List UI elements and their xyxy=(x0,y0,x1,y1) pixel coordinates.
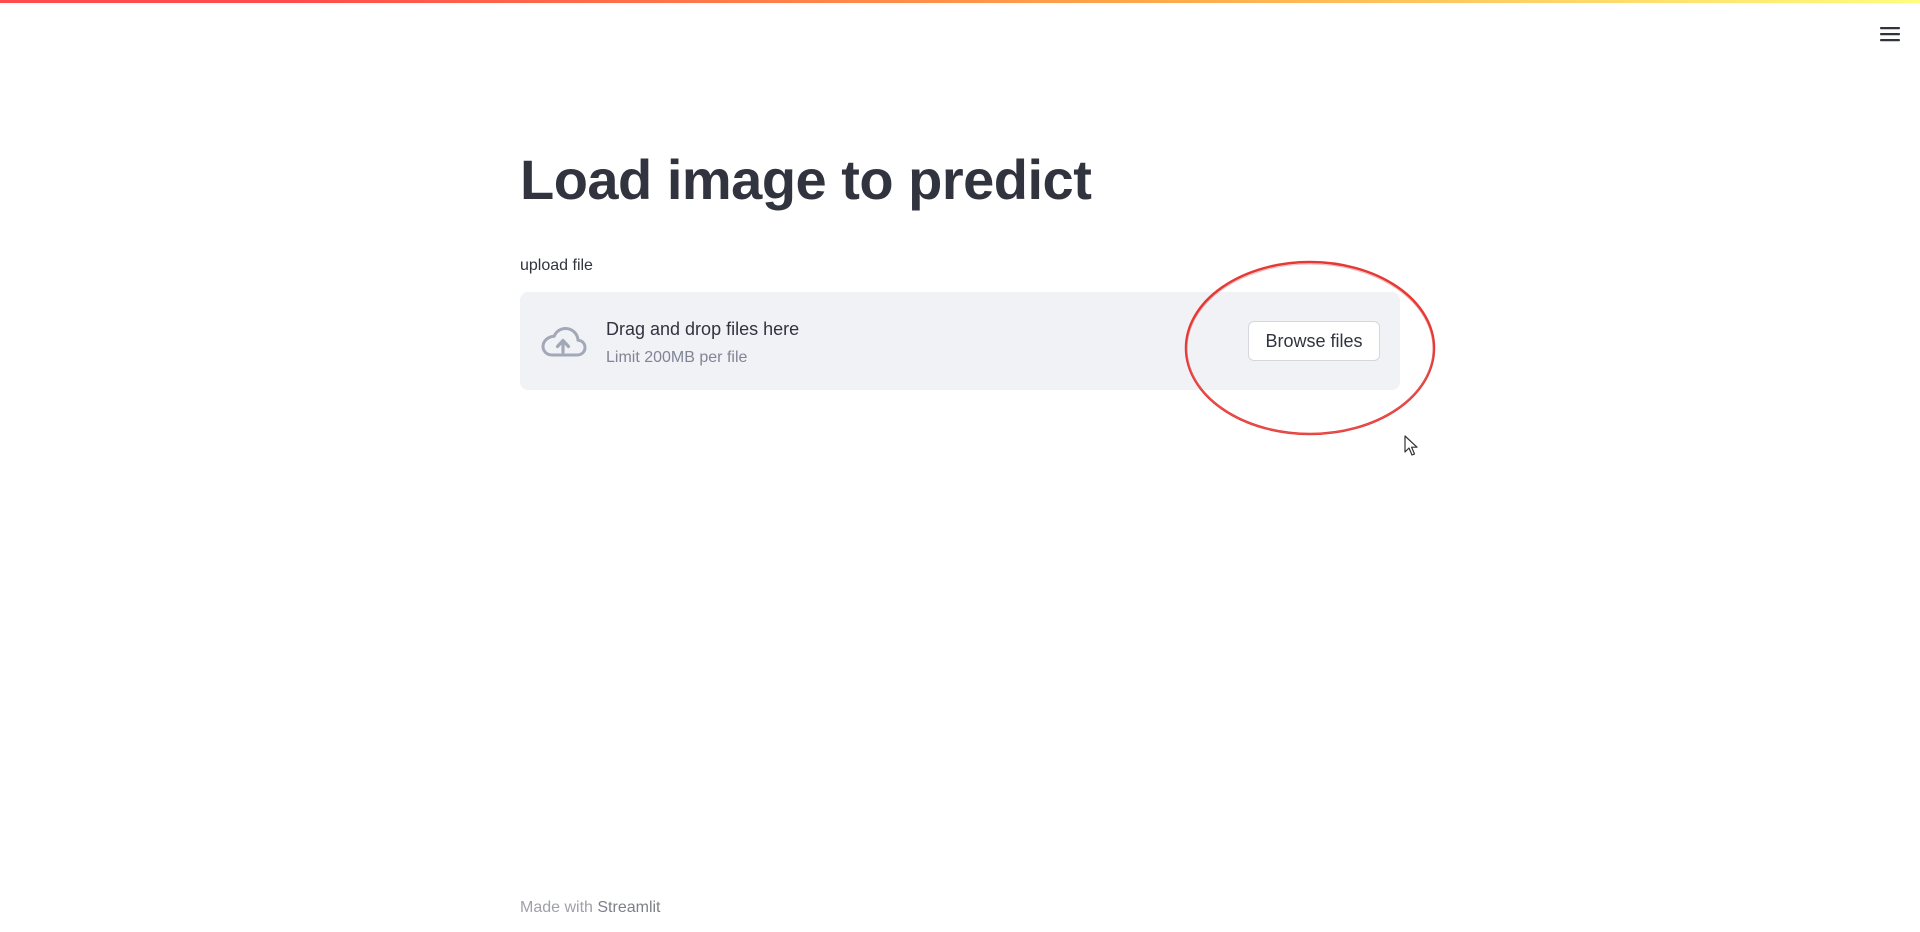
hamburger-menu-icon xyxy=(1880,27,1900,42)
footer-prefix: Made with xyxy=(520,899,593,916)
browse-files-button[interactable]: Browse files xyxy=(1248,321,1380,361)
file-uploader-label: upload file xyxy=(520,257,593,274)
cloud-upload-icon xyxy=(541,327,587,357)
dropzone-instructions: Drag and drop files here xyxy=(606,319,800,339)
streamlit-link[interactable]: Streamlit xyxy=(597,899,660,916)
header-decoration-bar xyxy=(0,0,1920,3)
mouse-cursor-icon xyxy=(1404,435,1418,456)
file-dropzone[interactable]: Drag and drop files here Limit 200MB per… xyxy=(520,292,1400,390)
dropzone-limit-text: Limit 200MB per file xyxy=(606,349,748,366)
footer: Made with Streamlit xyxy=(520,898,661,918)
main-menu-button[interactable] xyxy=(1872,18,1908,50)
page-title: Load image to predict xyxy=(520,148,1092,211)
